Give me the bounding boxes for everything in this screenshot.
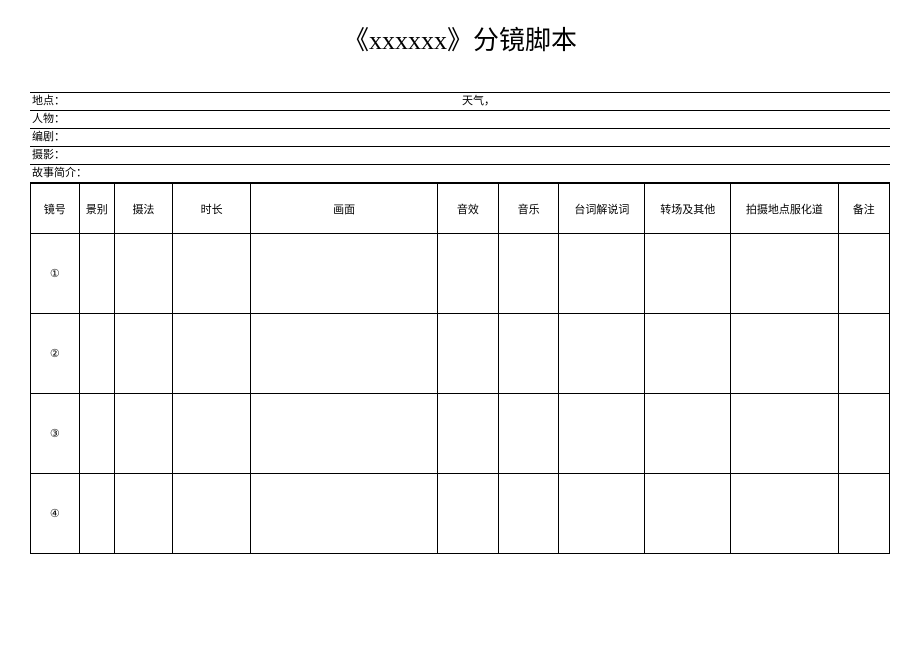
col-screen: 画面 xyxy=(251,184,438,234)
cell-sound xyxy=(438,314,499,394)
writer-label: 编剧： xyxy=(30,129,890,146)
page-title: 《xxxxxx》分镜脚本 xyxy=(30,20,890,57)
cell-note xyxy=(838,314,889,394)
location-label: 地点： xyxy=(30,93,460,110)
cell-sound xyxy=(438,234,499,314)
cell-note xyxy=(838,394,889,474)
col-music: 音乐 xyxy=(498,184,559,234)
cell-dialog xyxy=(559,394,645,474)
col-shot-type: 景别 xyxy=(79,184,114,234)
table-row: ② xyxy=(31,314,890,394)
table-row: ③ xyxy=(31,394,890,474)
table-row: ④ xyxy=(31,474,890,554)
cell-location xyxy=(731,314,838,394)
cell-dialog xyxy=(559,474,645,554)
cell-no: ② xyxy=(31,314,80,394)
header-row: 镜号 景别 摄法 时长 画面 音效 音乐 台词解说词 转场及其他 拍摄地点服化道… xyxy=(31,184,890,234)
col-dialog: 台词解说词 xyxy=(559,184,645,234)
cell-duration xyxy=(172,474,250,554)
col-note: 备注 xyxy=(838,184,889,234)
info-row-characters: 人物： xyxy=(30,110,890,128)
cell-method xyxy=(115,234,173,314)
synopsis-label: 故事简介： xyxy=(30,165,890,182)
cell-music xyxy=(498,474,559,554)
cell-type xyxy=(79,234,114,314)
cell-location xyxy=(731,474,838,554)
col-location: 拍摄地点服化道 xyxy=(731,184,838,234)
cell-music xyxy=(498,314,559,394)
info-row-writer: 编剧： xyxy=(30,128,890,146)
cell-method xyxy=(115,474,173,554)
cell-note xyxy=(838,474,889,554)
cell-screen xyxy=(251,474,438,554)
info-row-photographer: 摄影： xyxy=(30,146,890,164)
info-row-location-weather: 地点： 天气， xyxy=(30,92,890,110)
cell-sound xyxy=(438,474,499,554)
cell-duration xyxy=(172,234,250,314)
col-transition: 转场及其他 xyxy=(645,184,731,234)
cell-screen xyxy=(251,234,438,314)
cell-location xyxy=(731,394,838,474)
col-sound: 音效 xyxy=(438,184,499,234)
cell-duration xyxy=(172,394,250,474)
cell-no: ① xyxy=(31,234,80,314)
cell-music xyxy=(498,234,559,314)
cell-duration xyxy=(172,314,250,394)
cell-dialog xyxy=(559,314,645,394)
characters-label: 人物： xyxy=(30,111,890,128)
cell-location xyxy=(731,234,838,314)
cell-screen xyxy=(251,394,438,474)
table-row: ① xyxy=(31,234,890,314)
info-row-synopsis: 故事简介： xyxy=(30,164,890,183)
weather-label: 天气， xyxy=(460,93,890,110)
cell-transition xyxy=(645,394,731,474)
col-shot-no: 镜号 xyxy=(31,184,80,234)
storyboard-table: 镜号 景别 摄法 时长 画面 音效 音乐 台词解说词 转场及其他 拍摄地点服化道… xyxy=(30,183,890,554)
cell-method xyxy=(115,394,173,474)
cell-sound xyxy=(438,394,499,474)
cell-no: ④ xyxy=(31,474,80,554)
cell-no: ③ xyxy=(31,394,80,474)
cell-transition xyxy=(645,234,731,314)
col-duration: 时长 xyxy=(172,184,250,234)
cell-type xyxy=(79,394,114,474)
cell-music xyxy=(498,394,559,474)
cell-type xyxy=(79,474,114,554)
cell-method xyxy=(115,314,173,394)
cell-dialog xyxy=(559,234,645,314)
col-method: 摄法 xyxy=(115,184,173,234)
cell-transition xyxy=(645,474,731,554)
cell-screen xyxy=(251,314,438,394)
photographer-label: 摄影： xyxy=(30,147,890,164)
info-section: 地点： 天气， 人物： 编剧： 摄影： 故事简介： xyxy=(30,92,890,183)
cell-type xyxy=(79,314,114,394)
cell-transition xyxy=(645,314,731,394)
cell-note xyxy=(838,234,889,314)
